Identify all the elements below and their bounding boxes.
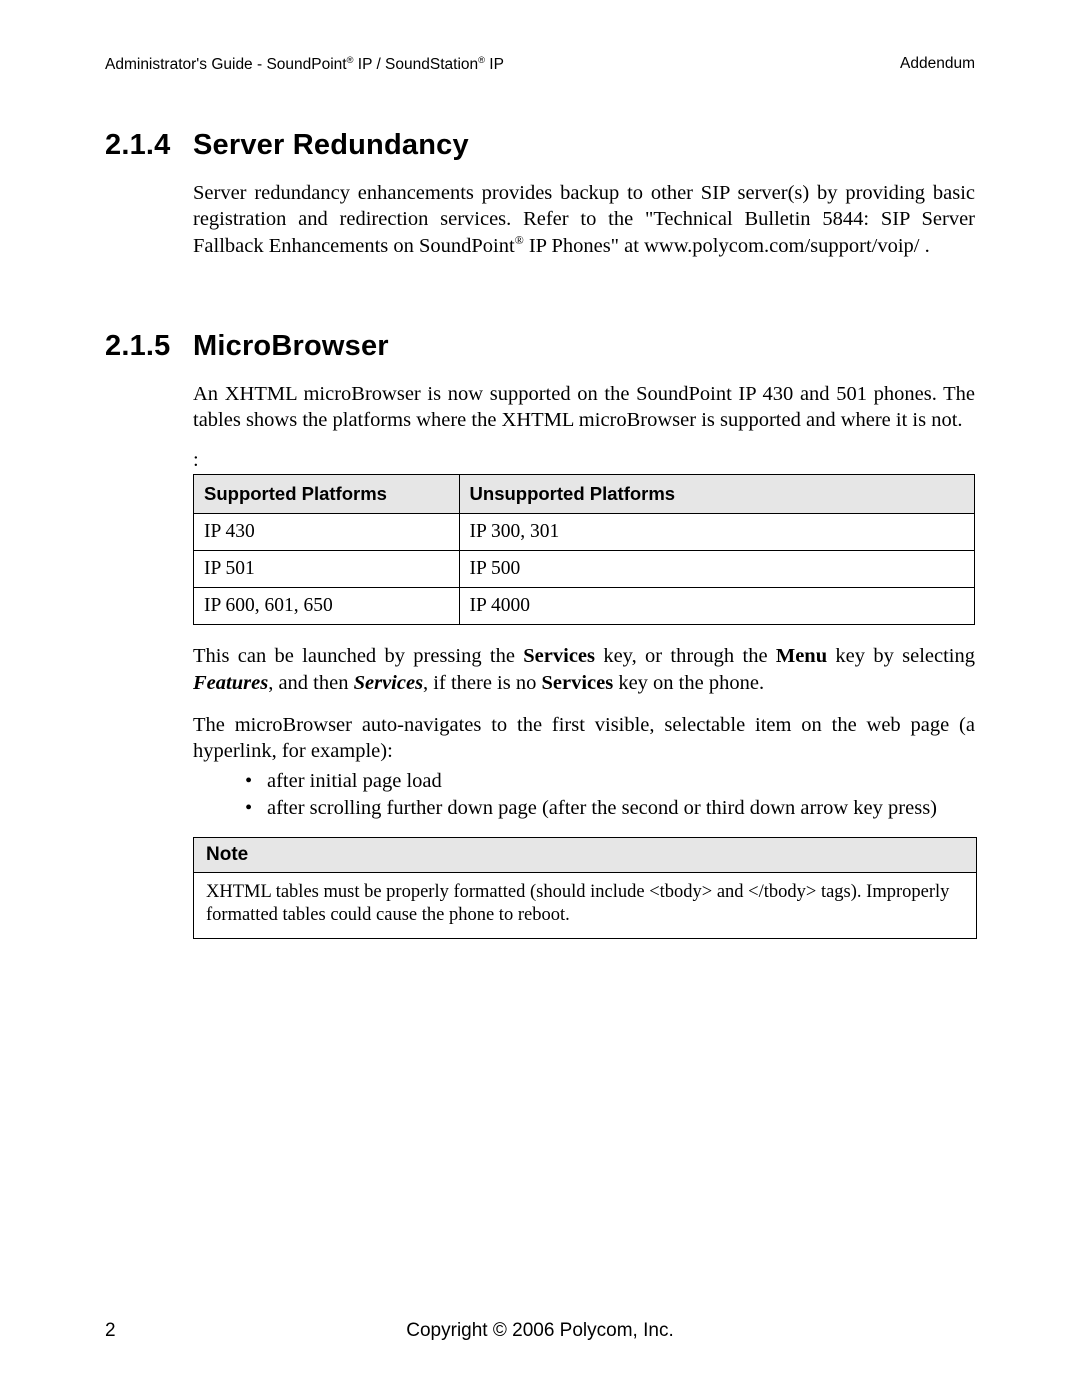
auto-nav-list: after initial page load after scrolling … — [193, 768, 975, 820]
heading-microbrowser: 2.1.5MicroBrowser — [105, 330, 975, 363]
bold-italic: Features — [193, 672, 268, 694]
list-item: after initial page load — [245, 768, 975, 794]
section-body-214: Server redundancy enhancements provides … — [193, 180, 975, 259]
bold: Menu — [776, 645, 827, 667]
table-row: Supported Platforms Unsupported Platform… — [194, 475, 975, 514]
table-row: IP 600, 601, 650 IP 4000 — [194, 588, 975, 625]
bold: Services — [523, 645, 595, 667]
table-cell: IP 300, 301 — [459, 514, 974, 551]
paragraph: An XHTML microBrowser is now supported o… — [193, 381, 975, 433]
text: key, or through the — [595, 645, 776, 667]
note-title: Note — [194, 838, 976, 873]
text: key on the phone. — [613, 672, 764, 694]
registered-icon: ® — [478, 55, 485, 65]
header-right: Addendum — [900, 55, 975, 74]
table-cell: IP 600, 601, 650 — [194, 588, 460, 625]
table-caption-colon: : — [193, 449, 975, 472]
page-number: 2 — [105, 1320, 116, 1342]
header-left-pre: Administrator's Guide - SoundPoint — [105, 56, 347, 73]
page: Administrator's Guide - SoundPoint ® IP /… — [0, 0, 1080, 1397]
table-row: IP 501 IP 500 — [194, 551, 975, 588]
heading-title: Server Redundancy — [193, 129, 469, 161]
bold: Services — [541, 672, 613, 694]
table-cell: IP 430 — [194, 514, 460, 551]
header-left: Administrator's Guide - SoundPoint ® IP /… — [105, 55, 504, 74]
paragraph: This can be launched by pressing the Ser… — [193, 643, 975, 695]
table-body: IP 430 IP 300, 301 IP 501 IP 500 IP 600,… — [194, 514, 975, 625]
header-left-mid: IP / SoundStation — [353, 56, 478, 73]
section-body-215b: This can be launched by pressing the Ser… — [193, 643, 975, 820]
th-unsupported: Unsupported Platforms — [459, 475, 974, 514]
page-footer: 2 Copyright © 2006 Polycom, Inc. — [105, 1320, 975, 1342]
text: This can be launched by pressing the — [193, 645, 523, 667]
heading-title: MicroBrowser — [193, 330, 389, 362]
heading-number: 2.1.5 — [105, 330, 193, 363]
footer-copyright: Copyright © 2006 Polycom, Inc. — [105, 1320, 975, 1342]
heading-number: 2.1.4 — [105, 129, 193, 162]
table-cell: IP 501 — [194, 551, 460, 588]
note-box: Note XHTML tables must be properly forma… — [193, 837, 977, 939]
text: , if there is no — [423, 672, 541, 694]
bold-italic: Services — [354, 672, 423, 694]
list-item: after scrolling further down page (after… — [245, 795, 975, 821]
note-body: XHTML tables must be properly formatted … — [194, 873, 976, 938]
page-header: Administrator's Guide - SoundPoint ® IP /… — [105, 55, 975, 74]
paragraph: The microBrowser auto-navigates to the f… — [193, 712, 975, 764]
table-row: IP 430 IP 300, 301 — [194, 514, 975, 551]
heading-server-redundancy: 2.1.4Server Redundancy — [105, 129, 975, 162]
text: , and then — [268, 672, 353, 694]
table-head: Supported Platforms Unsupported Platform… — [194, 475, 975, 514]
header-left-post: IP — [485, 56, 504, 73]
platforms-table: Supported Platforms Unsupported Platform… — [193, 474, 975, 625]
table-cell: IP 500 — [459, 551, 974, 588]
section-body-215: An XHTML microBrowser is now supported o… — [193, 381, 975, 433]
text: key by selecting — [827, 645, 975, 667]
th-supported: Supported Platforms — [194, 475, 460, 514]
table-cell: IP 4000 — [459, 588, 974, 625]
registered-icon: ® — [515, 233, 524, 247]
text: IP Phones" at www.polycom.com/support/vo… — [524, 235, 930, 257]
paragraph: Server redundancy enhancements provides … — [193, 180, 975, 259]
